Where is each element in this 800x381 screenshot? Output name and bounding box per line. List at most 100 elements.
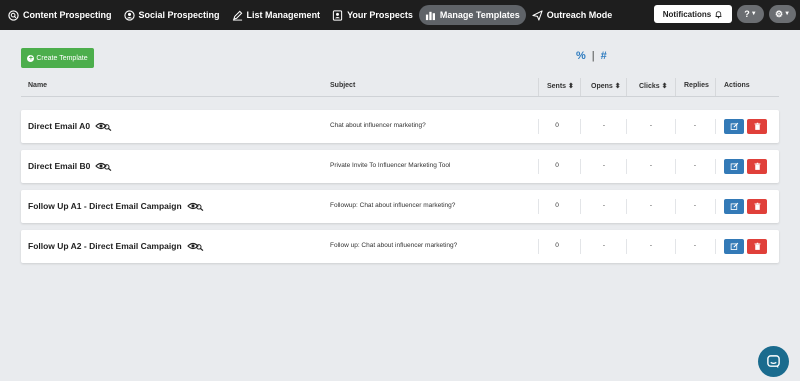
percent-toggle[interactable]: % [576, 50, 586, 62]
cell-divider [580, 159, 581, 174]
nav-item-outreach-mode[interactable]: Outreach Mode [526, 5, 619, 25]
column-divider [580, 78, 581, 96]
column-divider [626, 78, 627, 96]
edit-template-button[interactable] [724, 119, 744, 134]
cell-divider [626, 159, 627, 174]
template-name[interactable]: Follow Up A2 - Direct Email Campaign [28, 241, 204, 251]
cell-divider [675, 119, 676, 134]
replies-value: - [693, 162, 697, 169]
preview-eye-icon[interactable] [95, 121, 112, 131]
delete-template-button[interactable] [747, 159, 767, 174]
settings-dropdown-button[interactable]: ⚙ ▼ [769, 5, 796, 23]
opens-value: - [602, 122, 606, 129]
top-navigation-bar: Content Prospecting Social Prospecting L… [0, 0, 800, 30]
table-row: Follow Up A1 - Direct Email Campaign Fol… [21, 190, 779, 223]
trash-icon [754, 162, 760, 170]
help-dropdown-button[interactable]: ? ▼ [737, 5, 764, 23]
cell-divider [626, 119, 627, 134]
trash-icon [754, 202, 760, 210]
column-header-clicks[interactable]: Clicks ⬍ [639, 82, 667, 90]
sents-value: 0 [555, 122, 559, 129]
cell-divider [715, 119, 716, 134]
delete-template-button[interactable] [747, 239, 767, 254]
search-icon [8, 9, 19, 21]
cell-divider [715, 159, 716, 174]
help-label: ? [744, 9, 750, 19]
cell-divider [580, 199, 581, 214]
edit-template-button[interactable] [724, 239, 744, 254]
column-header-actions: Actions [724, 82, 750, 89]
gear-icon: ⚙ [774, 8, 784, 19]
column-divider [675, 78, 676, 96]
sort-icon: ⬍ [661, 83, 668, 90]
opens-value: - [602, 242, 606, 249]
preview-eye-icon[interactable] [95, 161, 112, 171]
template-name[interactable]: Direct Email B0 [28, 161, 112, 171]
clicks-value: - [649, 242, 653, 249]
replies-value: - [693, 122, 697, 129]
column-header-subject: Subject [330, 82, 356, 89]
column-header-sents[interactable]: Sents ⬍ [547, 82, 574, 90]
sents-value: 0 [555, 202, 559, 209]
template-name[interactable]: Direct Email A0 [28, 121, 112, 131]
table-row: Direct Email A0 Chat about influencer ma… [21, 110, 779, 143]
create-template-label: Create Template [36, 54, 88, 62]
preview-eye-icon[interactable] [186, 201, 204, 211]
notifications-label: Notifications [662, 9, 712, 19]
nav-item-label: Outreach Mode [546, 10, 613, 20]
create-template-button[interactable]: + Create Template [21, 48, 94, 68]
opens-value: - [602, 162, 606, 169]
table-header: Name Subject Sents ⬍ Opens ⬍ Clicks ⬍ Re… [21, 78, 779, 97]
clicks-value: - [649, 202, 653, 209]
cell-divider [580, 119, 581, 134]
delete-template-button[interactable] [747, 199, 767, 214]
notifications-button[interactable]: Notifications [654, 5, 732, 23]
cell-divider [538, 239, 539, 254]
column-header-name: Name [28, 82, 48, 89]
sents-value: 0 [555, 162, 559, 169]
nav-item-label: Social Prospecting [138, 10, 220, 20]
template-subject: Followup: Chat about influencer marketin… [330, 202, 456, 209]
nav-item-list-management[interactable]: List Management [226, 5, 327, 25]
template-subject: Follow up: Chat about influencer marketi… [330, 242, 458, 249]
chat-launcher-button[interactable] [758, 346, 789, 377]
column-header-opens[interactable]: Opens ⬍ [591, 82, 621, 90]
clicks-value: - [649, 122, 653, 129]
nav-item-your-prospects[interactable]: Your Prospects [326, 5, 419, 25]
nav-item-manage-templates[interactable]: Manage Templates [418, 5, 526, 25]
plus-circle-icon: + [27, 54, 35, 62]
cell-divider [626, 199, 627, 214]
sort-icon: ⬍ [614, 83, 621, 90]
paper-plane-icon [532, 9, 543, 21]
cell-divider [715, 199, 716, 214]
edit-template-button[interactable] [724, 159, 744, 174]
sort-icon: ⬍ [568, 83, 574, 90]
cell-divider [675, 239, 676, 254]
delete-template-button[interactable] [747, 119, 767, 134]
nav-item-label: Your Prospects [347, 10, 413, 20]
nav-item-content-prospecting[interactable]: Content Prospecting [2, 5, 118, 25]
cell-divider [538, 119, 539, 134]
replies-value: - [693, 242, 697, 249]
count-toggle[interactable]: # [601, 50, 607, 62]
cell-divider [538, 159, 539, 174]
nav-right-controls: Notifications ? ▼ ⚙ ▼ [654, 5, 796, 23]
column-divider [715, 78, 716, 96]
chevron-down-icon: ▼ [784, 11, 791, 17]
edit-template-button[interactable] [724, 199, 744, 214]
cell-divider [675, 199, 676, 214]
preview-eye-icon[interactable] [186, 241, 204, 251]
template-name[interactable]: Follow Up A1 - Direct Email Campaign [28, 201, 204, 211]
table-row: Direct Email B0 Private Invite To Influe… [21, 150, 779, 183]
edit-icon [730, 202, 738, 210]
templates-icon [425, 11, 435, 20]
bell-icon [715, 10, 722, 18]
trash-icon [754, 242, 760, 250]
nav-item-social-prospecting[interactable]: Social Prospecting [118, 5, 226, 25]
chevron-down-icon: ▼ [750, 11, 757, 17]
toggle-separator: | [591, 50, 595, 62]
chat-icon [767, 355, 780, 369]
opens-value: - [602, 202, 606, 209]
cell-divider [538, 199, 539, 214]
edit-icon [730, 122, 738, 130]
